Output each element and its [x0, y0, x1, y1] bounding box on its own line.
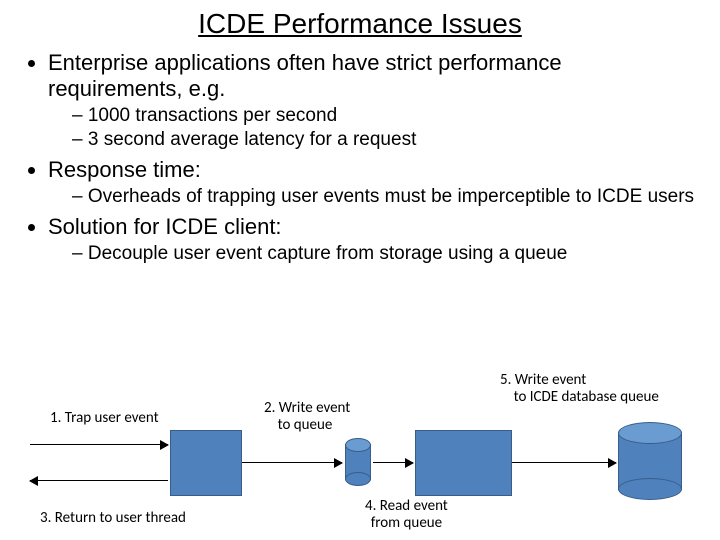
- arrow-read-queue: [373, 462, 413, 463]
- step-2-caption: 2. Write event to queue: [264, 400, 350, 435]
- trap-box: [170, 430, 242, 496]
- bullet-1-1: 1000 transactions per second: [72, 104, 700, 127]
- bullet-3-sublist: Decouple user event capture from storage…: [48, 242, 700, 265]
- reader-box: [415, 430, 512, 496]
- step-1-caption: 1. Trap user event: [50, 410, 159, 427]
- step-2-line1: 2. Write event: [264, 399, 350, 417]
- bullet-3-text: Solution for ICDE client:: [48, 214, 282, 239]
- bullet-3: Solution for ICDE client: Decouple user …: [48, 214, 700, 265]
- bullet-2: Response time: Overheads of trapping use…: [48, 157, 700, 208]
- slide-title: ICDE Performance Issues: [20, 8, 700, 40]
- bullet-2-1: Overheads of trapping user events must b…: [72, 185, 700, 208]
- bullet-2-text: Response time:: [48, 157, 201, 182]
- step-4-caption: 4. Read event from queue: [365, 498, 448, 533]
- bullet-list: Enterprise applications often have stric…: [20, 50, 700, 266]
- bullet-1-sublist: 1000 transactions per second 3 second av…: [48, 104, 700, 151]
- step-3-caption: 3. Return to user thread: [40, 510, 186, 527]
- queue-diagram: 1. Trap user event 2. Write event to que…: [0, 370, 720, 540]
- bullet-2-sublist: Overheads of trapping user events must b…: [48, 185, 700, 208]
- step-5-line1: 5. Write event: [500, 371, 586, 389]
- bullet-1-text: Enterprise applications often have stric…: [48, 50, 562, 101]
- bullet-3-1: Decouple user event capture from storage…: [72, 242, 700, 265]
- slide: ICDE Performance Issues Enterprise appli…: [0, 0, 720, 540]
- queue-cylinder: [345, 438, 371, 486]
- bullet-1-2: 3 second average latency for a request: [72, 128, 700, 151]
- arrow-trap-return: [30, 480, 168, 481]
- arrow-write-queue: [242, 462, 342, 463]
- step-2-line2: to queue: [278, 416, 333, 434]
- bullet-1: Enterprise applications often have stric…: [48, 50, 700, 151]
- database-cylinder: [618, 422, 682, 500]
- step-5-caption: 5. Write event to ICDE database queue: [500, 372, 659, 407]
- step-4-line1: 4. Read event: [365, 497, 448, 515]
- step-4-line2: from queue: [371, 514, 442, 532]
- step-5-line2: to ICDE database queue: [514, 388, 659, 406]
- arrow-trap-in: [30, 444, 168, 445]
- arrow-write-db: [512, 462, 616, 463]
